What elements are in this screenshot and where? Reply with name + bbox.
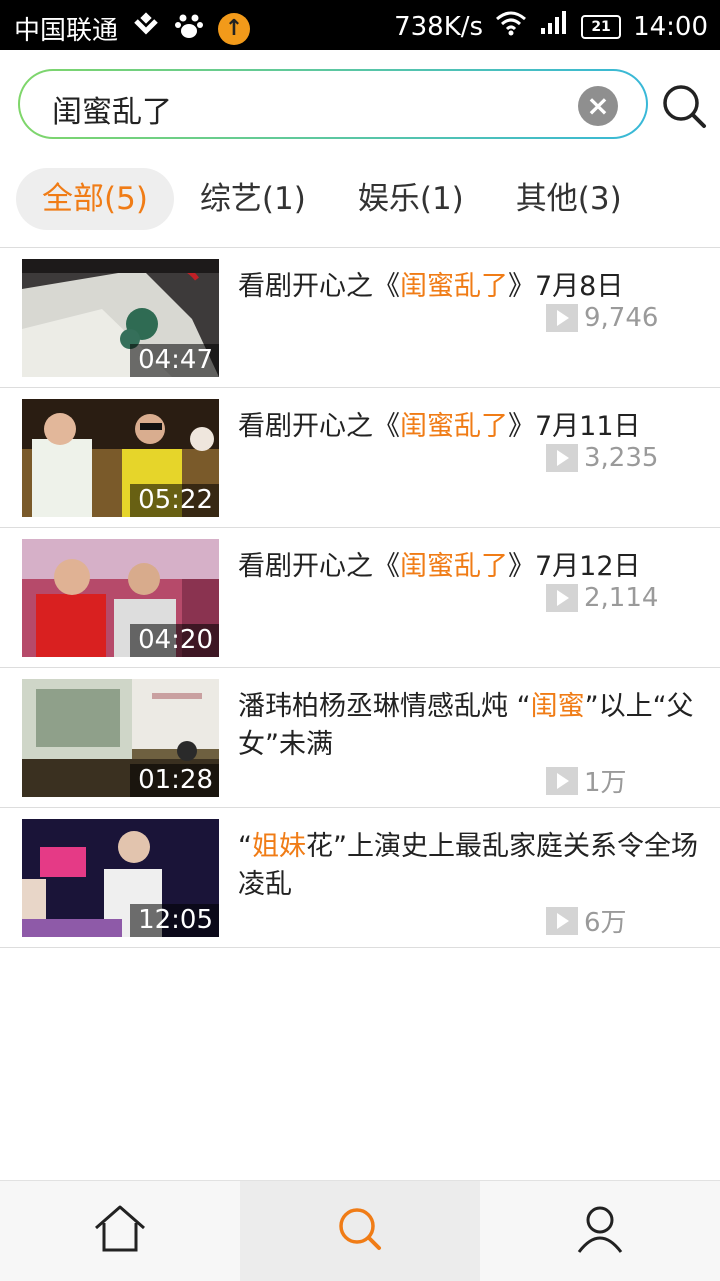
battery-icon: 21 — [581, 14, 622, 39]
home-icon — [92, 1204, 148, 1258]
search-icon — [336, 1205, 384, 1257]
play-count: 6万 — [546, 902, 627, 939]
search-query[interactable]: 闺蜜乱了 — [52, 87, 172, 131]
video-title[interactable]: 看剧开心之《闺蜜乱了》7月12日 — [238, 548, 703, 586]
category-tabs: 全部(5) 综艺(1) 娱乐(1) 其他(3) — [16, 168, 648, 230]
play-count: 2,114 — [546, 583, 658, 613]
wifi-icon — [495, 10, 527, 43]
play-count-value: 2,114 — [584, 583, 659, 613]
video-title[interactable]: 看剧开心之《闺蜜乱了》7月11日 — [238, 408, 703, 446]
play-count-value: 3,235 — [584, 443, 659, 473]
list-item[interactable]: 04:20 看剧开心之《闺蜜乱了》7月12日 2,114 — [0, 528, 720, 668]
title-highlight: 姐妹 — [252, 831, 306, 862]
play-icon — [546, 906, 578, 935]
play-count-value: 9,746 — [584, 303, 659, 333]
clear-icon[interactable]: × — [578, 86, 618, 126]
play-icon — [546, 766, 578, 795]
tab-entertainment[interactable]: 娱乐(1) — [332, 168, 490, 230]
video-duration: 04:47 — [130, 344, 219, 377]
title-highlight: 闺蜜乱了 — [400, 411, 508, 442]
video-thumbnail[interactable]: 01:28 — [22, 679, 219, 797]
video-thumbnail[interactable]: 04:20 — [22, 539, 219, 657]
bottom-nav — [0, 1180, 720, 1281]
video-duration: 05:22 — [130, 484, 219, 517]
play-icon — [546, 584, 578, 612]
tab-variety[interactable]: 综艺(1) — [174, 168, 332, 230]
search-icon[interactable] — [660, 82, 708, 130]
clock: 14:00 — [633, 11, 708, 42]
play-icon — [546, 444, 578, 472]
title-highlight: 闺蜜 — [530, 691, 585, 722]
search-input[interactable]: 闺蜜乱了 × — [18, 69, 648, 139]
notification-icon — [132, 11, 160, 46]
video-thumbnail[interactable]: 04:47 — [22, 259, 219, 377]
user-icon — [575, 1204, 625, 1258]
list-item[interactable]: 01:28 潘玮柏杨丞琳情感乱炖 “闺蜜”以上“父女”未满 1万 — [0, 668, 720, 808]
play-count: 3,235 — [546, 443, 658, 473]
title-highlight: 闺蜜乱了 — [400, 271, 508, 302]
tab-all[interactable]: 全部(5) — [16, 168, 174, 230]
list-item[interactable]: 04:47 看剧开心之《闺蜜乱了》7月8日 9,746 — [0, 248, 720, 388]
list-item[interactable]: 05:22 看剧开心之《闺蜜乱了》7月11日 3,235 — [0, 388, 720, 528]
nav-search[interactable] — [240, 1181, 480, 1281]
nav-profile[interactable] — [480, 1181, 720, 1281]
network-speed: 738K/s — [394, 11, 484, 42]
status-bar: 中国联通 ↑ 738K/s 21 14:00 — [0, 0, 720, 50]
play-icon — [546, 304, 578, 332]
video-thumbnail[interactable]: 05:22 — [22, 399, 219, 517]
video-title[interactable]: 潘玮柏杨丞琳情感乱炖 “闺蜜”以上“父女”未满 — [238, 688, 703, 764]
video-duration: 04:20 — [130, 624, 219, 657]
signal-icon — [539, 10, 569, 43]
nav-home[interactable] — [0, 1181, 240, 1281]
tab-other[interactable]: 其他(3) — [490, 168, 648, 230]
video-duration: 01:28 — [130, 764, 219, 797]
list-item[interactable]: 12:05 “姐妹花”上演史上最乱家庭关系令全场凌乱 6万 — [0, 808, 720, 948]
play-count-value: 1万 — [584, 768, 627, 798]
play-count: 9,746 — [546, 303, 658, 333]
result-list: 04:47 看剧开心之《闺蜜乱了》7月8日 9,746 05:22 看剧开心之《… — [0, 248, 720, 948]
title-highlight: 闺蜜乱了 — [400, 551, 508, 582]
carrier-label: 中国联通 — [14, 16, 119, 46]
baidu-paw-icon — [174, 10, 204, 47]
video-title[interactable]: 看剧开心之《闺蜜乱了》7月8日 — [238, 268, 703, 306]
upload-icon: ↑ — [218, 12, 251, 45]
video-title[interactable]: “姐妹花”上演史上最乱家庭关系令全场凌乱 — [238, 828, 703, 904]
video-thumbnail[interactable]: 12:05 — [22, 819, 219, 937]
video-duration: 12:05 — [130, 904, 219, 937]
play-count: 1万 — [546, 762, 627, 799]
play-count-value: 6万 — [584, 908, 627, 938]
